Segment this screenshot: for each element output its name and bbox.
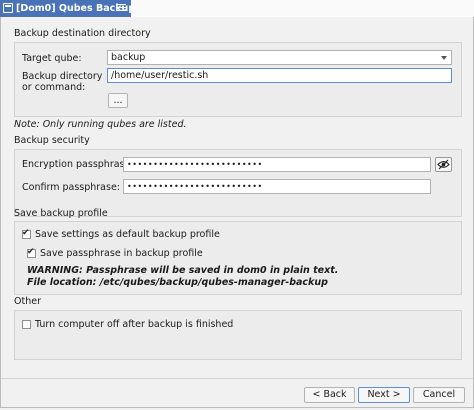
backup-directory-label-line2: or command: — [22, 82, 86, 93]
target-qube-value: backup — [111, 52, 146, 63]
plaintext-warning-line1: WARNING: Passphrase will be saved in dom… — [27, 265, 339, 276]
confirm-passphrase-label: Confirm passphrase: — [22, 182, 120, 193]
encryption-passphrase-label: Encryption passphrase: — [22, 159, 134, 170]
next-button[interactable]: Next > — [358, 387, 410, 403]
destination-group: Target qube: backup Backup directory or … — [14, 42, 462, 117]
confirm-passphrase-input[interactable]: •••••••••••••••••••••••••• — [123, 179, 431, 194]
title-bar: [Dom0] Qubes Backup — [0, 0, 474, 18]
chevron-down-icon — [441, 56, 447, 60]
shutdown-checkbox[interactable] — [22, 320, 31, 329]
shutdown-label[interactable]: Turn computer off after backup is finish… — [35, 319, 233, 330]
running-qubes-note: Note: Only running qubes are listed. — [14, 119, 187, 130]
window-title-tab[interactable]: [Dom0] Qubes Backup — [0, 0, 135, 17]
backup-directory-input[interactable]: /home/user/restic.sh — [107, 68, 452, 83]
footer-divider — [1, 378, 473, 379]
save-settings-label[interactable]: Save settings as default backup profile — [35, 229, 220, 240]
target-qube-dropdown[interactable]: backup — [107, 50, 452, 65]
security-group: Encryption passphrase: •••••••••••••••••… — [14, 149, 462, 217]
save-passphrase-checkbox[interactable]: ✔ — [27, 247, 36, 258]
browse-button[interactable]: ... — [108, 93, 128, 108]
checkmark-icon: ✔ — [22, 228, 30, 238]
target-qube-label: Target qube: — [22, 53, 82, 64]
hamburger-menu-icon[interactable] — [117, 4, 126, 13]
checkmark-icon: ✔ — [27, 247, 35, 257]
security-section-title: Backup security — [14, 135, 90, 146]
toggle-passphrase-visibility-button[interactable] — [435, 157, 452, 172]
plaintext-warning-line2: File location: /etc/qubes/backup/qubes-m… — [27, 277, 328, 288]
save-passphrase-label[interactable]: Save passphrase in backup profile — [40, 248, 203, 259]
back-button[interactable]: < Back — [304, 387, 355, 403]
profile-group: ✔ Save settings as default backup profil… — [14, 221, 462, 295]
destination-section-title: Backup destination directory — [14, 28, 151, 39]
other-section-title: Other — [14, 296, 41, 307]
cancel-button[interactable]: Cancel — [413, 387, 465, 403]
backup-directory-label-line1: Backup directory — [22, 71, 103, 82]
save-settings-checkbox[interactable]: ✔ — [22, 228, 31, 239]
encryption-passphrase-input[interactable]: •••••••••••••••••••••••••• — [123, 157, 431, 172]
window-icon — [3, 3, 13, 13]
profile-section-title: Save backup profile — [14, 208, 108, 219]
eye-slash-icon — [437, 159, 450, 170]
other-group: Turn computer off after backup is finish… — [14, 310, 462, 360]
backup-wizard-page: Backup destination directory Target qube… — [0, 17, 474, 408]
